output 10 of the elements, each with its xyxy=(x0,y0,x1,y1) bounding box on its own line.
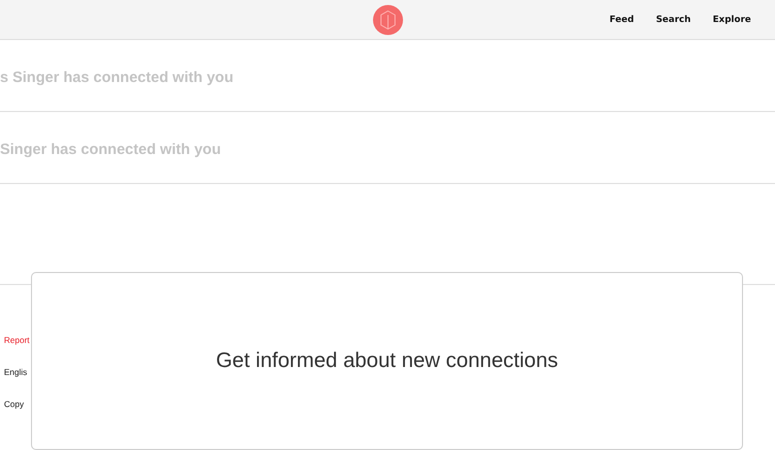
nav-link[interactable]: Search xyxy=(656,14,691,24)
modal-title: Get informed about new connections xyxy=(216,349,558,373)
footer-link[interactable]: Report xyxy=(4,335,30,345)
nav-link[interactable]: Feed xyxy=(610,14,634,24)
hexagon-logo-icon[interactable] xyxy=(372,4,402,34)
notification-text: s Singer has connected with you xyxy=(0,68,234,86)
notification-text: Singer has connected with you xyxy=(0,140,221,158)
footer-link[interactable]: Englis xyxy=(4,367,28,377)
footer-link[interactable]: Copy xyxy=(4,399,24,409)
nav-link[interactable]: Explore xyxy=(712,14,751,24)
